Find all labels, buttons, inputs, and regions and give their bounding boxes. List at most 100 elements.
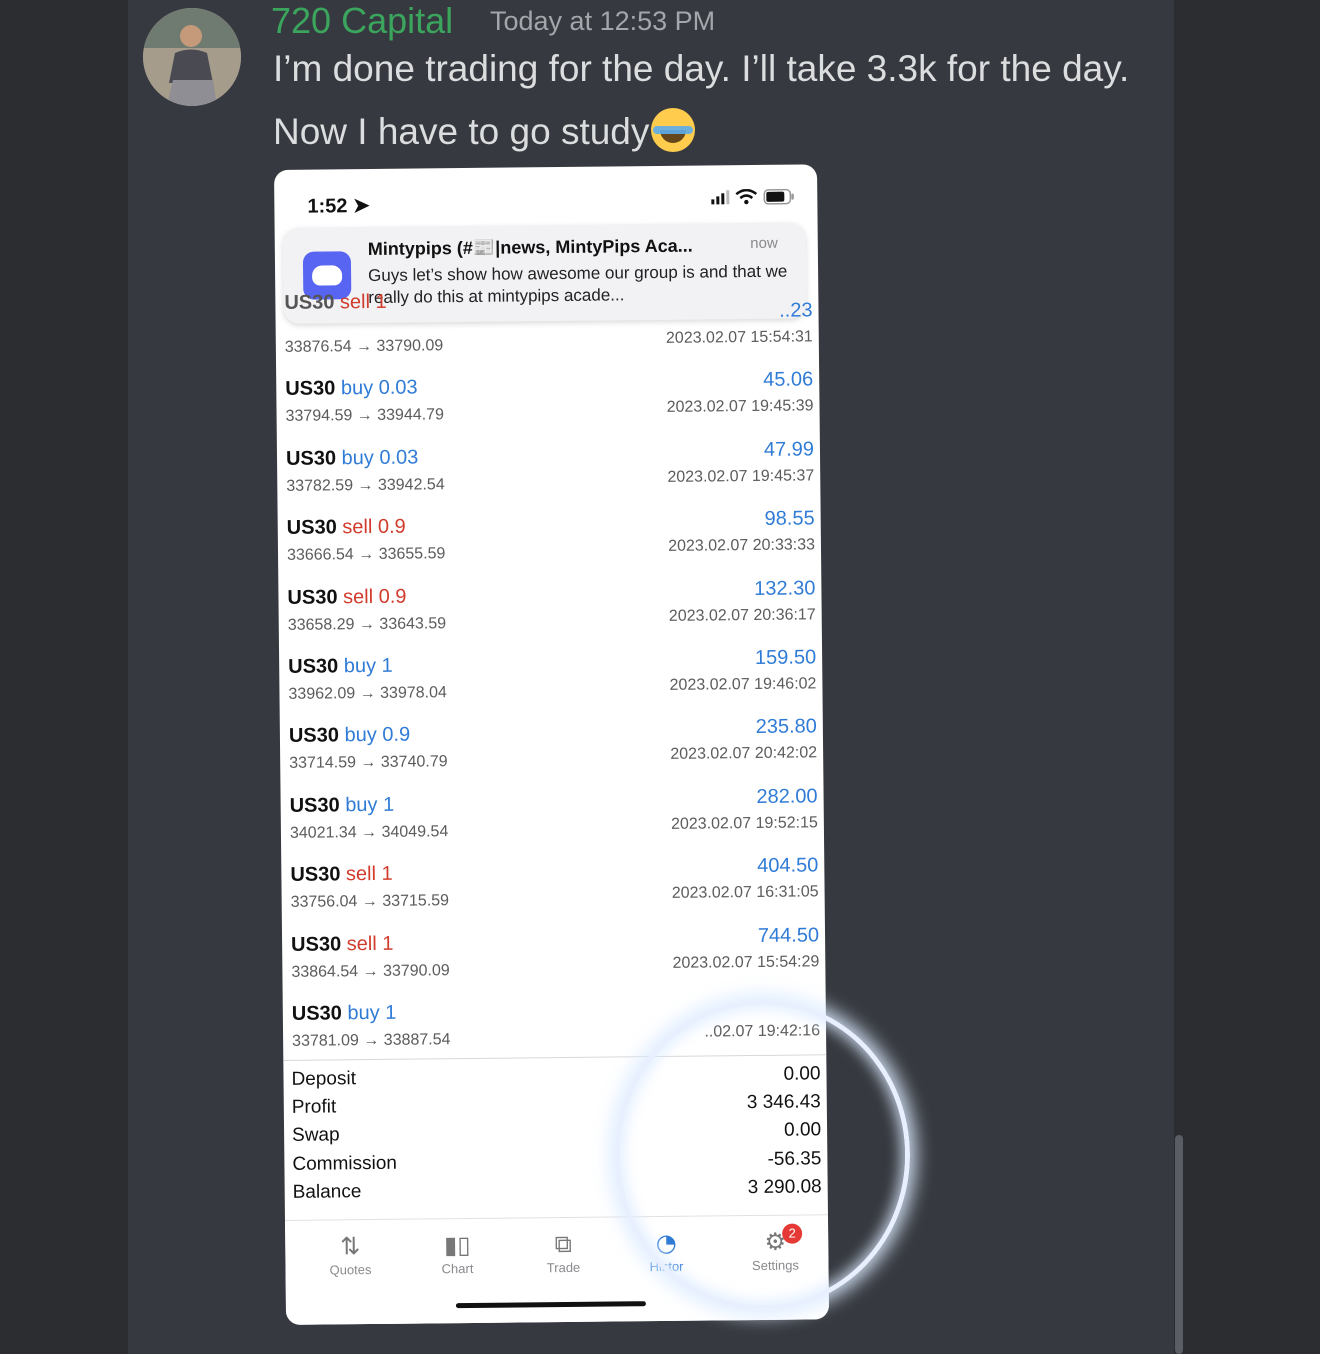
trade-symbol: US30 buy 1 bbox=[292, 1002, 397, 1026]
trade-profit: 98.55 bbox=[764, 507, 815, 531]
summary-label: Commission bbox=[292, 1152, 398, 1175]
trade-prices: 33714.59 → 33740.79 bbox=[289, 753, 448, 773]
trade-side: buy 0.03 bbox=[341, 377, 418, 400]
tab-quotes-label: Quotes bbox=[329, 1262, 372, 1278]
trade-symbol: US30 sell 1 bbox=[290, 863, 393, 887]
trade-side-text: buy bbox=[344, 724, 377, 747]
trade-symbol-text: US30 bbox=[291, 1002, 342, 1025]
trade-row[interactable]: US30 sell 0.9 33666.54 → 33655.59 98.55 202… bbox=[278, 502, 822, 577]
trade-row[interactable]: US30 sell 1 33876.54 → 33790.09 ..23 2023.0… bbox=[275, 291, 819, 369]
tab-history-label: Histor bbox=[649, 1258, 684, 1275]
trade-time: 2023.02.07 19:46:02 bbox=[669, 675, 817, 694]
notification-time: now bbox=[750, 234, 778, 253]
trade-side: sell 1 bbox=[347, 932, 394, 954]
summary-value: 3 346.43 bbox=[746, 1091, 821, 1114]
tab-history[interactable]: ◔ Histor bbox=[621, 1226, 711, 1274]
trade-symbol-text: US30 bbox=[284, 291, 335, 314]
trade-symbol: US30 buy 0.03 bbox=[286, 446, 419, 470]
tab-trade-label: Trade bbox=[546, 1259, 581, 1276]
status-time: 1:52 ➤ bbox=[307, 193, 370, 219]
trade-side-text: buy bbox=[345, 793, 378, 817]
laughing-emoji-icon bbox=[651, 108, 696, 152]
trade-time: 2023.02.07 20:42:02 bbox=[670, 744, 818, 764]
trade-symbol: US30 buy 1 bbox=[290, 794, 395, 818]
trade-prices: 33781.09 → 33887.54 bbox=[292, 1031, 451, 1050]
trade-volume: 1 bbox=[382, 793, 395, 816]
trade-row[interactable]: US30 sell 1 33756.04 → 33715.59 404.50 2023… bbox=[281, 849, 825, 924]
trade-volume: 1 bbox=[385, 1001, 397, 1024]
trade-profit: 282.00 bbox=[756, 785, 818, 808]
trade-symbol: US30 sell 1 bbox=[284, 291, 387, 315]
tab-quotes[interactable]: ⇅ Quotes bbox=[305, 1230, 395, 1278]
trade-volume: 0.9 bbox=[378, 585, 407, 608]
trade-symbol: US30 buy 0.03 bbox=[285, 377, 418, 401]
phone-screenshot-attachment[interactable]: 1:52 ➤ Mintypips (#📰|news, MintyPips Aca… bbox=[274, 164, 830, 1325]
trade-row[interactable]: US30 buy 1 33781.09 → 33887.54 ..02.07 19:… bbox=[283, 988, 827, 1063]
trade-side: sell 0.9 bbox=[342, 516, 406, 539]
trade-symbol-text: US30 bbox=[290, 863, 341, 886]
scrollbar[interactable] bbox=[1175, 1135, 1183, 1354]
trade-symbol: US30 buy 0.9 bbox=[289, 724, 410, 748]
trade-symbol: US30 sell 0.9 bbox=[287, 516, 406, 540]
summary-value: -56.35 bbox=[767, 1147, 822, 1170]
battery-icon bbox=[763, 188, 794, 205]
trade-time: 2023.02.07 16:31:05 bbox=[671, 883, 819, 902]
trade-row[interactable]: US30 buy 1 33962.09 → 33978.04 159.50 2023.… bbox=[279, 641, 823, 716]
trade-row[interactable]: US30 buy 0.03 33782.59 → 33942.54 47.99 202… bbox=[277, 433, 821, 508]
trade-side-text: sell bbox=[342, 516, 373, 539]
trade-profit: 45.06 bbox=[763, 368, 814, 392]
trade-profit: 132.30 bbox=[754, 576, 816, 600]
notification-badge: 2 bbox=[782, 1223, 803, 1244]
quotes-arrows-icon: ⇅ bbox=[340, 1232, 361, 1261]
trade-prices: 33666.54 → 33655.59 bbox=[286, 545, 446, 565]
trade-side: sell 0.9 bbox=[343, 585, 407, 608]
trade-symbol-text: US30 bbox=[288, 655, 339, 678]
trade-volume: 0.9 bbox=[382, 723, 411, 747]
trade-side-text: buy bbox=[343, 654, 377, 678]
message-timestamp: Today at 12:53 PM bbox=[490, 6, 716, 36]
trade-side-text: buy bbox=[340, 377, 374, 400]
message-line-2-text: Now I have to go study bbox=[273, 111, 650, 152]
avatar-photo bbox=[143, 8, 241, 106]
trade-row[interactable]: US30 sell 0.9 33658.29 → 33643.59 132.30 20… bbox=[278, 572, 822, 647]
tab-trade[interactable]: ⧉ Trade bbox=[518, 1228, 608, 1276]
trade-volume: 1 bbox=[375, 290, 387, 313]
trade-side-text: buy bbox=[347, 1001, 380, 1025]
trade-row[interactable]: US30 sell 1 33864.54 → 33790.09 744.50 2023… bbox=[282, 919, 826, 994]
candlestick-icon: ▮▯ bbox=[443, 1231, 471, 1260]
trade-side: sell 1 bbox=[346, 863, 393, 885]
trade-side: buy 1 bbox=[345, 794, 394, 817]
trade-side-text: sell bbox=[339, 291, 371, 314]
trade-history-list: US30 sell 1 33876.54 → 33790.09 ..23 2023.0… bbox=[275, 291, 827, 1063]
trade-time: 2023.02.07 15:54:31 bbox=[665, 328, 813, 347]
gear-icon: ⚙ bbox=[764, 1227, 787, 1256]
bottom-tab-bar: ⇅ Quotes ▮▯ Chart ⧉ Trade ◔ Histor ⚙ 2 S… bbox=[284, 1214, 830, 1325]
location-arrow-icon: ➤ bbox=[352, 194, 370, 218]
summary-label: Deposit bbox=[291, 1068, 357, 1090]
trade-time: ..02.07 19:42:16 bbox=[704, 1022, 821, 1041]
message-author[interactable]: 720 Capital bbox=[271, 0, 453, 42]
account-summary: Deposit 0.00 Profit 3 346.43 Swap 0.00 Commiss… bbox=[283, 1054, 828, 1210]
trade-volume: 1 bbox=[381, 862, 393, 886]
trade-profit: ..23 bbox=[779, 299, 813, 322]
trade-side: buy 1 bbox=[347, 1002, 396, 1025]
trade-symbol-text: US30 bbox=[285, 447, 337, 470]
trade-row[interactable]: US30 buy 1 34021.34 → 34049.54 282.00 2023.… bbox=[280, 780, 824, 855]
trade-side-text: sell bbox=[346, 932, 377, 955]
trade-time: 2023.02.07 20:33:33 bbox=[668, 536, 816, 556]
tab-chart[interactable]: ▮▯ Chart bbox=[412, 1229, 502, 1277]
trade-chart-icon: ⧉ bbox=[554, 1229, 572, 1259]
trade-time: 2023.02.07 19:45:37 bbox=[667, 467, 815, 486]
cellular-signal-icon bbox=[711, 190, 730, 205]
trade-row[interactable]: US30 buy 0.03 33794.59 → 33944.79 45.06 202… bbox=[276, 364, 820, 439]
wifi-icon bbox=[735, 188, 758, 205]
trade-prices: 33782.59 → 33942.54 bbox=[286, 476, 445, 495]
summary-value: 3 290.08 bbox=[747, 1176, 822, 1198]
trade-row[interactable]: US30 buy 0.9 33714.59 → 33740.79 235.80 202… bbox=[280, 711, 824, 786]
trade-time: 2023.02.07 19:52:15 bbox=[670, 814, 818, 833]
summary-row: Balance 3 290.08 bbox=[285, 1176, 828, 1210]
avatar[interactable] bbox=[143, 8, 241, 106]
tab-settings[interactable]: ⚙ 2 Settings bbox=[730, 1223, 820, 1273]
trade-prices: 33756.04 → 33715.59 bbox=[290, 892, 450, 911]
trade-side: buy 0.03 bbox=[341, 446, 418, 469]
